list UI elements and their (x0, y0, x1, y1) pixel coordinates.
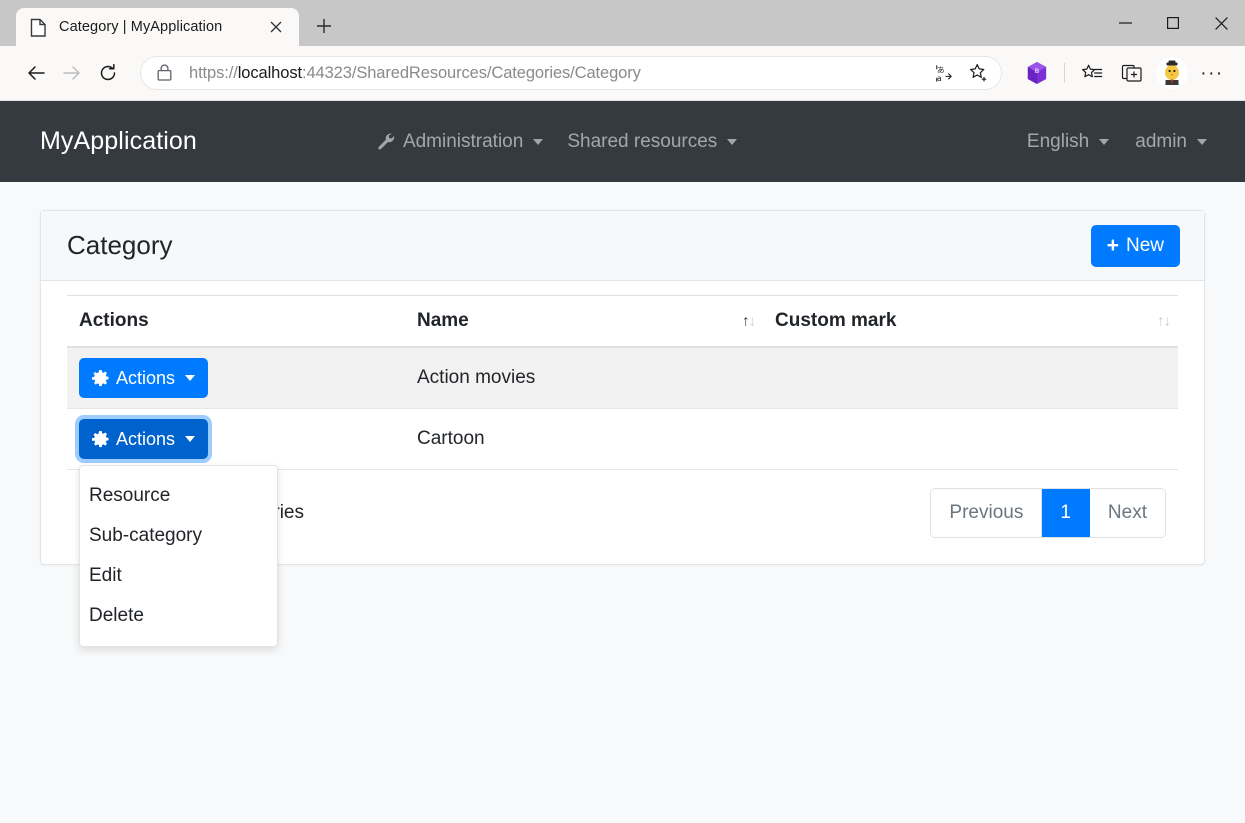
browser-toolbar: https://localhost:44323/SharedResources/… (0, 46, 1245, 101)
table-header-row: Actions Name ↑↓ Custom mark ↑↓ (67, 295, 1178, 348)
nav-label-administration: Administration (402, 130, 524, 152)
column-header-name[interactable]: Name ↑↓ (405, 295, 763, 348)
dropdown-item-resource[interactable]: Resource (80, 476, 277, 516)
navbar-right: English admin (1027, 131, 1207, 153)
minimize-icon[interactable] (1101, 0, 1149, 46)
omnibox-actions: あa (929, 57, 995, 89)
page-icon (30, 18, 47, 37)
actions-button-row-1[interactable]: Actions (79, 358, 209, 398)
column-header-custom-mark[interactable]: Custom mark ↑↓ (763, 295, 1178, 348)
user-menu[interactable]: admin (1135, 131, 1207, 153)
cell-actions: Actions (67, 347, 405, 409)
cell-custom-mark (763, 347, 1178, 409)
language-selector[interactable]: English (1026, 130, 1110, 153)
address-bar[interactable]: https://localhost:44323/SharedResources/… (140, 56, 1002, 90)
close-window-icon[interactable] (1197, 0, 1245, 46)
toolbar-divider (1064, 63, 1065, 83)
web-page: MyApplication Administration Shared reso… (0, 101, 1245, 823)
reload-icon[interactable] (90, 55, 126, 91)
collections-star-list-icon[interactable] (1073, 55, 1111, 91)
maximize-icon[interactable] (1149, 0, 1197, 46)
cell-name: Action movies (405, 347, 763, 409)
lock-icon (157, 64, 175, 82)
settings-more-icon[interactable]: ··· (1193, 55, 1231, 91)
gear-icon (92, 369, 109, 386)
cell-custom-mark (763, 408, 1178, 470)
table-body: Actions Action movies Actions Resource S… (67, 347, 1178, 647)
chevron-down-icon (727, 138, 738, 145)
sort-icon-name[interactable]: ↑↓ (742, 314, 756, 329)
chevron-down-icon (1099, 138, 1110, 145)
new-button[interactable]: + New (1090, 224, 1180, 267)
chevron-down-icon (185, 375, 196, 381)
card-header: Category + New (41, 211, 1204, 281)
tab-title: Category | MyApplication (59, 19, 223, 35)
pagination-previous[interactable]: Previous (931, 489, 1043, 537)
dropdown-item-edit[interactable]: Edit (80, 556, 277, 596)
svg-text:a: a (936, 74, 941, 83)
pagination-page-1[interactable]: 1 (1042, 489, 1090, 537)
navbar-links: Administration Shared resources (377, 130, 738, 153)
page-title: Category (67, 230, 173, 260)
categories-table: Actions Name ↑↓ Custom mark ↑↓ Actions A… (67, 295, 1178, 647)
nav-item-administration[interactable]: Administration (377, 130, 544, 153)
user-label: admin (1135, 130, 1187, 152)
table-row: Actions Action movies (67, 347, 1178, 409)
chevron-down-icon (185, 436, 196, 442)
actions-dropdown-wrapper: Actions Resource Sub-category Edit Delet… (79, 419, 278, 647)
tab-strip: Category | MyApplication (0, 0, 341, 46)
actions-button-label: Actions (116, 367, 176, 388)
actions-button-row-2[interactable]: Actions (79, 419, 209, 459)
table-row: Actions Resource Sub-category Edit Delet… (67, 408, 1178, 647)
pagination-next[interactable]: Next (1089, 489, 1165, 537)
browser-window: Category | MyApplication https://localho… (0, 0, 1245, 823)
forward-arrow-icon (54, 55, 90, 91)
column-header-actions: Actions (67, 295, 405, 348)
svg-text:B: B (1035, 67, 1039, 75)
browser-tab[interactable]: Category | MyApplication (16, 8, 299, 46)
column-label-custom-mark: Custom mark (775, 310, 897, 331)
page-container: Category + New Actions Name ↑↓ Custom ma… (0, 182, 1245, 647)
toolbar-right: B ··· (1018, 55, 1231, 91)
actions-dropdown-menu: Resource Sub-category Edit Delete (79, 465, 278, 647)
close-tab-icon[interactable] (263, 14, 289, 40)
column-label-name: Name (417, 310, 469, 331)
gear-icon (92, 430, 109, 447)
extension-hexagon-icon[interactable]: B (1018, 55, 1056, 91)
chevron-down-icon (533, 138, 544, 145)
back-arrow-icon[interactable] (18, 55, 54, 91)
url-text: https://localhost:44323/SharedResources/… (189, 63, 641, 82)
dropdown-item-delete[interactable]: Delete (80, 596, 277, 636)
card-body: Actions Name ↑↓ Custom mark ↑↓ Actions A… (41, 281, 1204, 647)
chevron-down-icon (1197, 138, 1207, 145)
brand-title[interactable]: MyApplication (40, 127, 197, 156)
window-controls (1101, 0, 1245, 46)
sort-icon-custom-mark[interactable]: ↑↓ (1157, 314, 1171, 329)
language-label: English (1026, 130, 1090, 152)
split-screen-icon[interactable] (1113, 55, 1151, 91)
category-card: Category + New Actions Name ↑↓ Custom ma… (40, 210, 1205, 647)
column-label-actions: Actions (79, 310, 149, 331)
plus-icon: + (1106, 234, 1119, 257)
profile-avatar[interactable] (1153, 55, 1191, 91)
nav-label-shared-resources: Shared resources (567, 130, 718, 152)
translate-icon[interactable]: あa (929, 57, 961, 89)
actions-button-label: Actions (116, 428, 176, 449)
cell-actions: Actions Resource Sub-category Edit Delet… (67, 408, 405, 647)
app-navbar: MyApplication Administration Shared reso… (0, 101, 1245, 182)
browser-titlebar: Category | MyApplication (0, 0, 1245, 46)
dropdown-item-sub-category[interactable]: Sub-category (80, 516, 277, 556)
star-add-icon[interactable] (963, 57, 995, 89)
new-tab-button[interactable] (307, 9, 341, 43)
pagination: Previous 1 Next (930, 488, 1166, 538)
wrench-icon (378, 133, 395, 150)
new-button-label: New (1125, 234, 1164, 256)
cell-name: Cartoon (405, 408, 763, 470)
table-head: Actions Name ↑↓ Custom mark ↑↓ (67, 295, 1178, 348)
nav-item-shared-resources[interactable]: Shared resources (567, 130, 738, 153)
